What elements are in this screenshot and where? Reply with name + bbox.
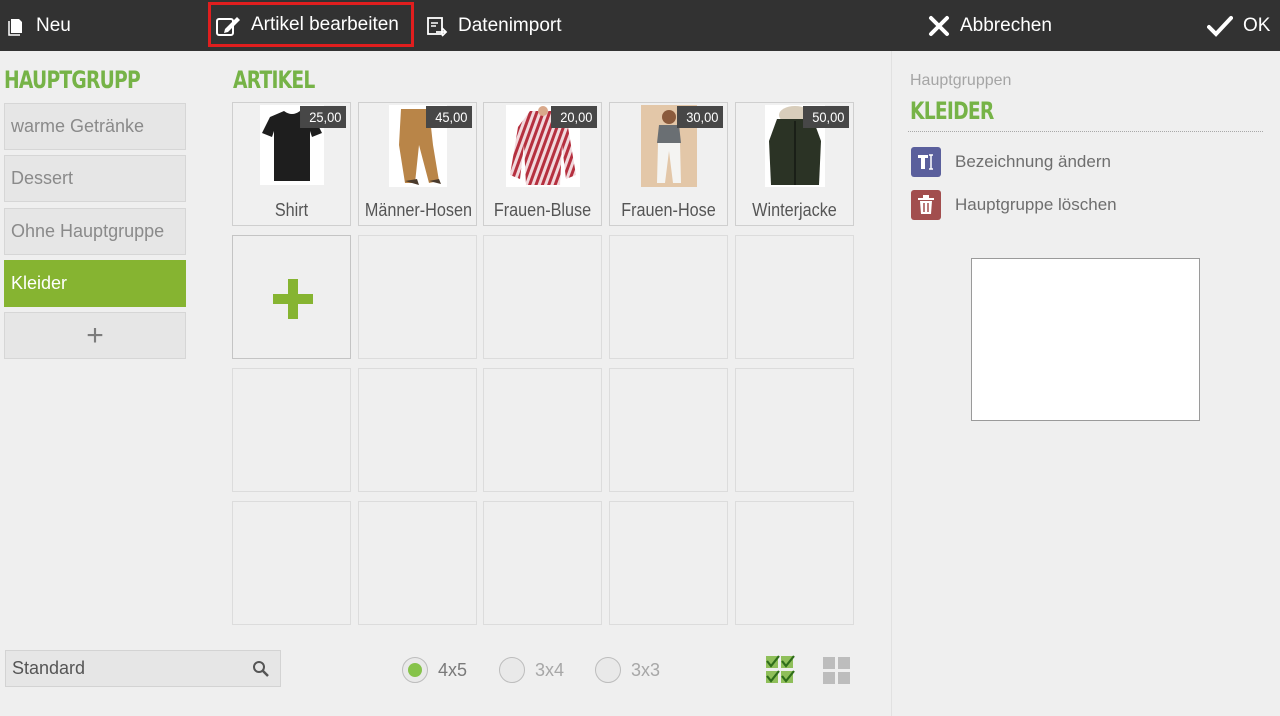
- article-name: Frauen-Hose: [621, 200, 716, 220]
- grid-view-icon[interactable]: [823, 657, 851, 685]
- new-button[interactable]: Neu: [6, 0, 71, 51]
- empty-article-slot[interactable]: [358, 501, 477, 625]
- multi-select-check-icon[interactable]: [765, 655, 795, 685]
- group-item-ohne-hauptgruppe[interactable]: Ohne Hauptgruppe: [4, 208, 186, 255]
- delete-group-button[interactable]: Hauptgruppe löschen: [911, 190, 1117, 220]
- article-price: 50,00: [802, 106, 849, 128]
- radio-unselected-icon: [595, 657, 621, 683]
- edit-articles-label: Artikel bearbeiten: [251, 13, 399, 35]
- article-name: Männer-Hosen: [364, 200, 473, 220]
- rename-group-button[interactable]: Bezeichnung ändern: [911, 147, 1111, 177]
- empty-article-slot[interactable]: [735, 235, 854, 359]
- import-icon: [427, 16, 448, 37]
- cancel-label: Abbrechen: [960, 14, 1052, 36]
- grid-size-label: 3x3: [631, 659, 661, 680]
- empty-article-slot[interactable]: [483, 235, 602, 359]
- delete-group-label: Hauptgruppe löschen: [955, 195, 1117, 214]
- grid-size-4x5-radio[interactable]: 4x5: [402, 657, 467, 683]
- article-price: 30,00: [676, 106, 723, 128]
- cancel-button[interactable]: Abbrechen: [928, 0, 1052, 51]
- empty-article-slot[interactable]: [232, 501, 351, 625]
- group-item-warme-getraenke[interactable]: warme Getränke: [4, 103, 186, 150]
- group-item-label: warme Getränke: [11, 116, 145, 136]
- search-value: Standard: [12, 658, 86, 678]
- data-import-button[interactable]: Datenimport: [426, 0, 562, 51]
- data-import-label: Datenimport: [458, 14, 562, 36]
- empty-article-slot[interactable]: [483, 501, 602, 625]
- empty-article-slot[interactable]: [609, 368, 728, 492]
- check-icon: [1207, 15, 1233, 37]
- empty-article-slot[interactable]: [735, 501, 854, 625]
- close-icon: [929, 15, 949, 36]
- group-item-dessert[interactable]: Dessert: [4, 155, 186, 202]
- article-tile-frauen-bluse[interactable]: 20,00 Frauen-Bluse: [483, 102, 602, 226]
- add-group-button[interactable]: +: [4, 312, 186, 359]
- article-tile-shirt[interactable]: 25,00 Shirt: [232, 102, 351, 226]
- plus-icon: [273, 279, 313, 319]
- article-price: 45,00: [425, 106, 472, 128]
- rename-group-label: Bezeichnung ändern: [955, 152, 1111, 171]
- groups-heading: HAUPTGRUPP: [4, 66, 141, 94]
- radio-selected-icon: [402, 657, 428, 683]
- article-tile-frauen-hose[interactable]: 30,00 Frauen-Hose: [609, 102, 728, 226]
- ok-button[interactable]: OK: [1207, 0, 1270, 51]
- panel-title: KLEIDER: [910, 97, 994, 125]
- grid-size-3x3-radio[interactable]: 3x3: [595, 657, 660, 683]
- new-button-label: Neu: [36, 14, 71, 36]
- top-toolbar: Neu Artikel bearbeiten Datenimport Abbre…: [0, 0, 1280, 51]
- divider: [908, 131, 1263, 132]
- article-price: 20,00: [550, 106, 597, 128]
- grid-size-label: 4x5: [438, 659, 468, 680]
- ok-label: OK: [1243, 14, 1271, 36]
- radio-unselected-icon: [499, 657, 525, 683]
- article-name: Frauen-Bluse: [493, 200, 592, 220]
- group-item-label: Kleider: [11, 273, 68, 293]
- text-edit-icon: [911, 147, 941, 177]
- new-document-icon: [8, 18, 22, 36]
- article-price: 25,00: [299, 106, 346, 128]
- empty-article-slot[interactable]: [609, 501, 728, 625]
- empty-article-slot[interactable]: [358, 368, 477, 492]
- group-item-label: Dessert: [11, 168, 74, 188]
- grid-size-label: 3x4: [535, 659, 565, 680]
- search-icon[interactable]: [252, 660, 270, 678]
- edit-articles-button[interactable]: Artikel bearbeiten: [208, 2, 414, 47]
- empty-article-slot[interactable]: [483, 368, 602, 492]
- edit-icon: [216, 16, 240, 36]
- article-name: Winterjacke: [752, 200, 837, 220]
- search-field[interactable]: Standard: [5, 650, 281, 687]
- panel-section-label: Hauptgruppen: [910, 72, 1012, 89]
- article-name: Shirt: [274, 200, 309, 220]
- group-item-label: Ohne Hauptgruppe: [11, 221, 165, 241]
- article-tile-maenner-hosen[interactable]: 45,00 Männer-Hosen: [358, 102, 477, 226]
- add-article-button[interactable]: [232, 235, 351, 359]
- article-tile-winterjacke[interactable]: 50,00 Winterjacke: [735, 102, 854, 226]
- empty-article-slot[interactable]: [358, 235, 477, 359]
- empty-article-slot[interactable]: [609, 235, 728, 359]
- empty-article-slot[interactable]: [735, 368, 854, 492]
- group-item-kleider[interactable]: Kleider: [4, 260, 186, 307]
- grid-size-3x4-radio[interactable]: 3x4: [499, 657, 564, 683]
- group-image-preview[interactable]: [971, 258, 1200, 421]
- plus-icon: +: [86, 318, 104, 352]
- articles-heading: ARTIKEL: [233, 66, 315, 94]
- empty-article-slot[interactable]: [232, 368, 351, 492]
- trash-icon: [911, 190, 941, 220]
